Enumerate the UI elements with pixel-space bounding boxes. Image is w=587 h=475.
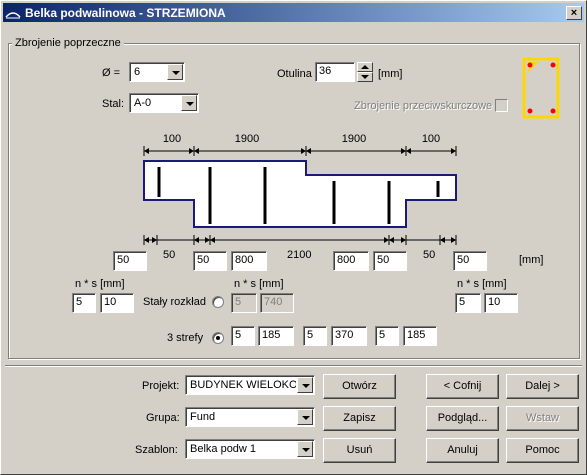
- chevron-down-icon[interactable]: [297, 377, 313, 393]
- right-n-input[interactable]: 5: [455, 293, 481, 313]
- mid-n-input[interactable]: 5: [231, 293, 257, 313]
- project-label: Projekt:: [142, 380, 180, 392]
- title-bar[interactable]: Belka podwalinowa - STRZEMIONA ×: [3, 3, 584, 22]
- zone-1-n[interactable]: 5: [231, 326, 255, 346]
- back-button[interactable]: < Cofnij: [426, 374, 499, 399]
- anti-shrink-label: Zbrojenie przeciwskurczowe: [354, 100, 493, 112]
- chevron-down-icon[interactable]: [167, 64, 183, 80]
- cover-spinner[interactable]: [357, 62, 373, 82]
- window-title: Belka podwalinowa - STRZEMIONA: [25, 5, 226, 20]
- constant-spacing-label: Stały rozkład: [143, 296, 206, 308]
- group-label: Grupa:: [146, 412, 180, 424]
- zone-3-s[interactable]: 185: [403, 326, 437, 346]
- zone-1-s[interactable]: 185: [258, 326, 294, 346]
- cancel-button[interactable]: Anuluj: [426, 438, 499, 463]
- steel-value: A-0: [134, 97, 152, 109]
- cover-unit: [mm]: [378, 68, 403, 80]
- dim-field-1[interactable]: 50: [113, 251, 147, 271]
- dim-field-2[interactable]: 50: [193, 251, 227, 271]
- beam-diagram: 100 1900 1900 100: [143, 133, 457, 245]
- three-zones-label: 3 strefy: [167, 332, 204, 344]
- mid-ns-label: n * s [mm]: [234, 278, 284, 290]
- insert-button[interactable]: Wstaw: [506, 406, 579, 431]
- beam-outline: [143, 160, 457, 228]
- help-button[interactable]: Pomoc: [506, 438, 579, 463]
- top-dim-1: 100: [163, 133, 181, 145]
- constant-spacing-radio[interactable]: [212, 296, 224, 308]
- zone-3-n[interactable]: 5: [375, 326, 399, 346]
- left-n-input[interactable]: 5: [72, 293, 96, 313]
- three-zones-radio[interactable]: [212, 332, 224, 344]
- units-label: [mm]: [519, 254, 544, 266]
- cover-input[interactable]: 36: [315, 62, 355, 82]
- right-ns-label: n * s [mm]: [457, 278, 507, 290]
- steel-select[interactable]: A-0: [129, 93, 199, 113]
- cover-label: Otulina: [277, 68, 312, 80]
- dim-field-5[interactable]: 50: [373, 251, 407, 271]
- template-value: Belka podw 1: [190, 443, 257, 455]
- top-dim-3: 1900: [342, 133, 366, 145]
- save-button[interactable]: Zapisz: [323, 406, 396, 431]
- chevron-down-icon[interactable]: [297, 409, 313, 425]
- dim-field-4[interactable]: 800: [333, 251, 369, 271]
- bottom-dim-2: 2100: [287, 249, 312, 261]
- left-s-input[interactable]: 10: [100, 293, 134, 313]
- separator: [5, 365, 582, 367]
- diameter-select[interactable]: 6: [129, 62, 185, 82]
- next-button[interactable]: Dalej >: [506, 374, 579, 399]
- group-select[interactable]: Fund: [185, 407, 315, 427]
- preview-button[interactable]: Podgląd...: [426, 406, 499, 431]
- group-value: Fund: [190, 411, 216, 423]
- bottom-dim-1: 50: [163, 249, 176, 261]
- chevron-down-icon[interactable]: [297, 441, 313, 457]
- chevron-down-icon[interactable]: [181, 95, 197, 111]
- top-dim-4: 100: [422, 133, 440, 145]
- template-label: Szablon:: [135, 444, 178, 456]
- template-select[interactable]: Belka podw 1: [185, 439, 315, 459]
- open-button[interactable]: Otwórz: [323, 374, 396, 399]
- steel-label: Stal:: [102, 98, 125, 110]
- anti-shrink-checkbox[interactable]: [495, 99, 508, 112]
- zone-2-s[interactable]: 370: [331, 326, 367, 346]
- dialog-window: Belka podwalinowa - STRZEMIONA × Zbrojen…: [0, 0, 587, 475]
- zone-2-n[interactable]: 5: [303, 326, 327, 346]
- dim-field-6[interactable]: 50: [453, 251, 487, 271]
- bottom-dim-3: 50: [423, 249, 436, 261]
- group-caption: Zbrojenie poprzeczne: [12, 37, 124, 49]
- spin-up-icon[interactable]: [357, 62, 373, 72]
- diameter-value: 6: [134, 66, 141, 78]
- spin-down-icon[interactable]: [357, 72, 373, 82]
- mid-s-input[interactable]: 740: [260, 293, 294, 313]
- project-value: BUDYNEK WIELOKOND: [190, 379, 296, 391]
- right-s-input[interactable]: 10: [484, 293, 518, 313]
- left-ns-label: n * s [mm]: [75, 278, 125, 290]
- cross-section-icon: [522, 57, 560, 119]
- diameter-label: Ø =: [102, 67, 121, 79]
- project-select[interactable]: BUDYNEK WIELOKOND: [185, 375, 315, 395]
- dim-field-3[interactable]: 800: [231, 251, 267, 271]
- delete-button[interactable]: Usuń: [323, 438, 396, 463]
- app-icon: [5, 11, 21, 18]
- close-button[interactable]: ×: [566, 5, 582, 20]
- top-dim-2: 1900: [235, 133, 259, 145]
